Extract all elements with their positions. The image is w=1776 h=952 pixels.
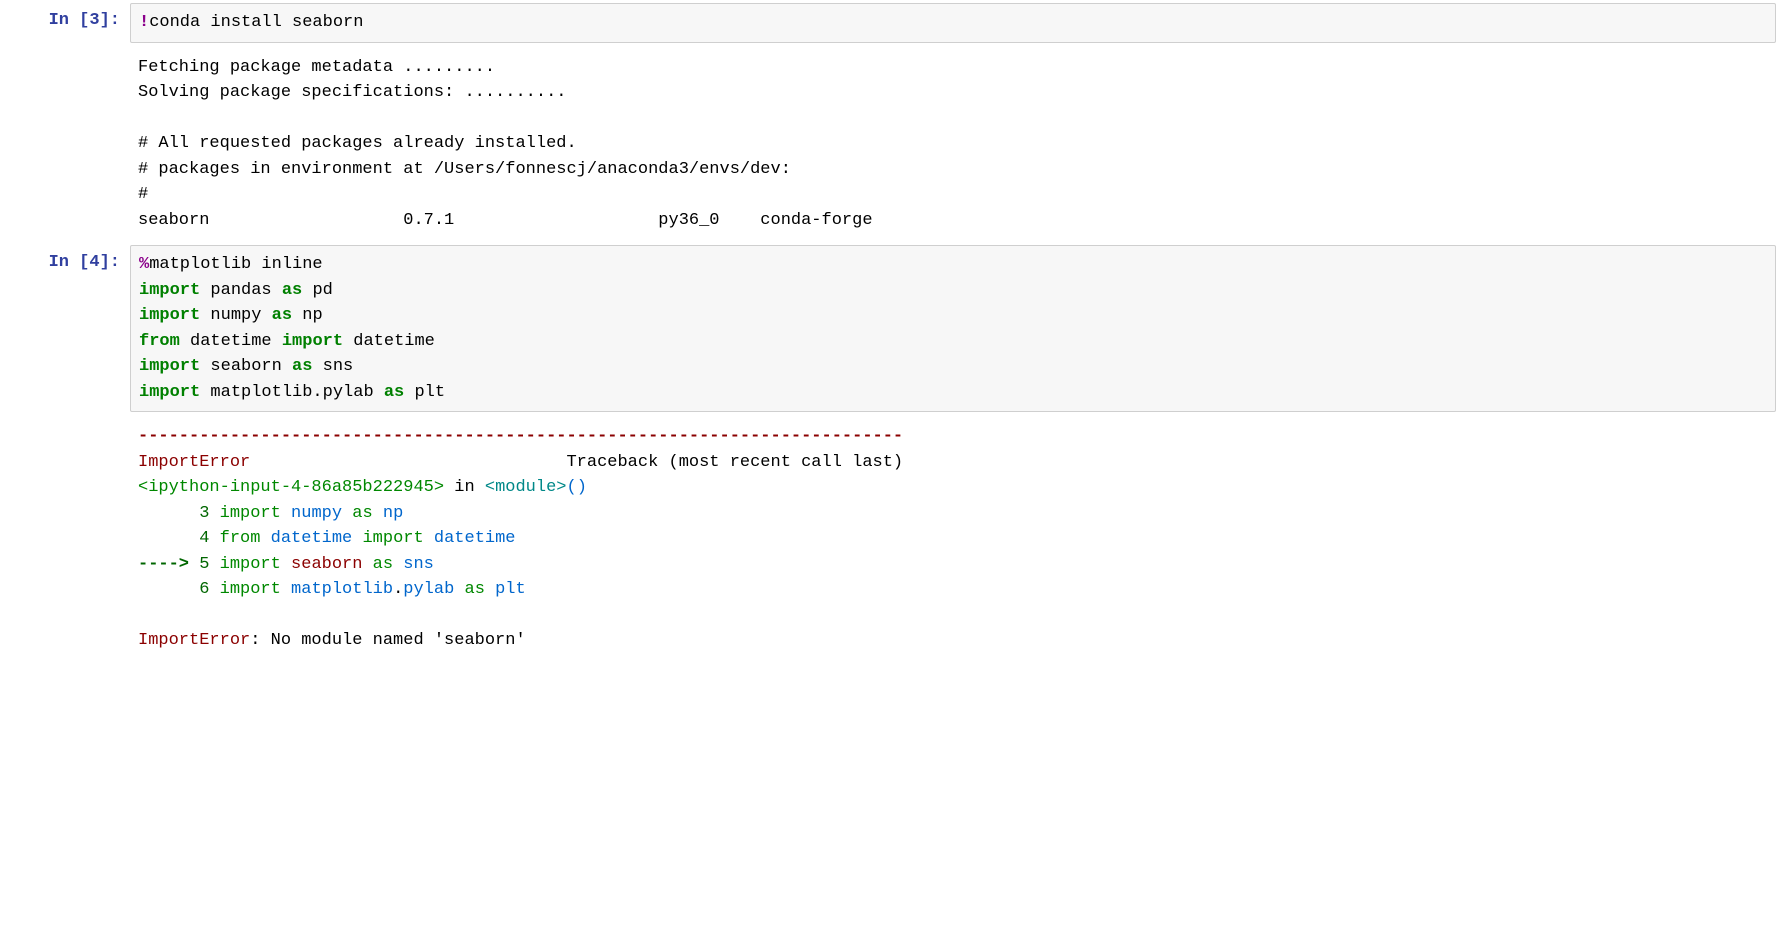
tb-sep: : <box>250 631 270 650</box>
kw-as: as <box>282 281 302 300</box>
kw-import: import <box>139 306 200 325</box>
tb-kw: as <box>362 555 403 574</box>
code-text: pandas <box>200 281 282 300</box>
code-text: datetime <box>180 332 282 351</box>
stdout-output: Fetching package metadata ......... Solv… <box>130 49 1776 240</box>
code-text: sns <box>312 357 353 376</box>
input-prompt: In [3]: <box>0 0 130 46</box>
code-text: datetime <box>343 332 435 351</box>
code-text: seaborn <box>200 357 292 376</box>
tb-kw: import <box>209 580 291 599</box>
output-cell-4: ----------------------------------------… <box>0 415 1776 663</box>
code-cell-4: In [4]: %matplotlib inline import pandas… <box>0 242 1776 415</box>
tb-kw: import <box>209 504 291 523</box>
shell-command: conda install seaborn <box>149 13 363 32</box>
code-text: np <box>292 306 323 325</box>
kw-import: import <box>139 281 200 300</box>
tb-frame-loc: <module> <box>485 478 567 497</box>
tb-alias: sns <box>403 555 434 574</box>
tb-paren: () <box>567 478 587 497</box>
tb-arrow: ----> <box>138 555 199 574</box>
code-cell-3: In [3]: !conda install seaborn <box>0 0 1776 46</box>
tb-error-mod: seaborn <box>291 555 362 574</box>
tb-alias: np <box>383 504 403 523</box>
tb-mod: numpy <box>291 504 342 523</box>
tb-mod: pylab <box>403 580 454 599</box>
code-input[interactable]: %matplotlib inline import pandas as pd i… <box>130 245 1776 412</box>
traceback-output: ----------------------------------------… <box>130 418 1776 660</box>
tb-kw: as <box>342 504 383 523</box>
tb-header: Traceback (most recent call last) <box>250 453 903 472</box>
code-text: numpy <box>200 306 271 325</box>
kw-import: import <box>139 357 200 376</box>
tb-lineno: 6 <box>138 580 209 599</box>
input-prompt: In [4]: <box>0 242 130 415</box>
tb-final-msg: No module named 'seaborn' <box>271 631 526 650</box>
code-text: matplotlib.pylab <box>200 383 384 402</box>
magic-percent: % <box>139 255 149 274</box>
output-prompt <box>0 46 130 243</box>
shell-bang: ! <box>139 13 149 32</box>
code-text: plt <box>404 383 445 402</box>
kw-import: import <box>139 383 200 402</box>
tb-separator: ----------------------------------------… <box>138 427 903 446</box>
tb-mod: datetime <box>271 529 353 548</box>
tb-lineno: 3 <box>138 504 209 523</box>
kw-as: as <box>272 306 292 325</box>
output-cell-3: Fetching package metadata ......... Solv… <box>0 46 1776 243</box>
magic-text: matplotlib inline <box>149 255 322 274</box>
tb-alias: plt <box>495 580 526 599</box>
tb-in: in <box>444 478 485 497</box>
kw-import: import <box>282 332 343 351</box>
code-input[interactable]: !conda install seaborn <box>130 3 1776 43</box>
tb-kw: from <box>209 529 270 548</box>
tb-kw: import <box>352 529 434 548</box>
tb-frame-file: <ipython-input-4-86a85b222945> <box>138 478 444 497</box>
tb-error-name: ImportError <box>138 453 250 472</box>
tb-lineno: 5 <box>199 555 209 574</box>
tb-lineno: 4 <box>138 529 209 548</box>
output-prompt <box>0 415 130 663</box>
tb-mod: matplotlib <box>291 580 393 599</box>
tb-kw: import <box>209 555 291 574</box>
tb-mod: datetime <box>434 529 516 548</box>
kw-from: from <box>139 332 180 351</box>
code-text: pd <box>302 281 333 300</box>
kw-as: as <box>292 357 312 376</box>
tb-kw: as <box>454 580 495 599</box>
tb-final-error: ImportError <box>138 631 250 650</box>
tb-dot: . <box>393 580 403 599</box>
kw-as: as <box>384 383 404 402</box>
